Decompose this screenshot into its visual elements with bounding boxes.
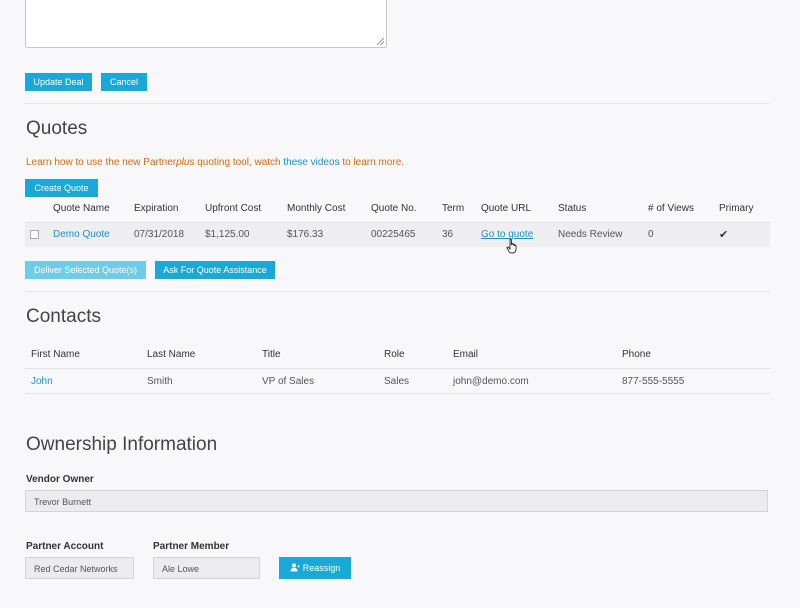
cancel-button[interactable]: Cancel	[101, 73, 147, 91]
partner-member-label: Partner Member	[153, 541, 230, 552]
ownership-section-title: Ownership Information	[26, 434, 218, 455]
quotes-col-status: Status	[558, 203, 587, 214]
vendor-owner-field: Trevor Burnett	[25, 490, 768, 512]
quoting-tool-info: Learn how to use the new Partnerplus quo…	[26, 157, 404, 168]
contact-role: Sales	[384, 376, 410, 387]
contacts-col-phone: Phone	[622, 349, 651, 360]
quote-select-checkbox[interactable]	[30, 230, 39, 239]
contact-title: VP of Sales	[262, 376, 315, 387]
update-deal-button[interactable]: Update Deal	[25, 73, 92, 91]
divider	[25, 103, 770, 104]
info-mid: quoting tool, watch	[194, 157, 284, 168]
contacts-col-email: Email	[453, 349, 479, 360]
quote-term: 36	[442, 229, 454, 240]
quotes-col-quote-no: Quote No.	[371, 203, 417, 214]
quote-status: Needs Review	[558, 229, 623, 240]
quote-views: 0	[648, 229, 654, 240]
quotes-col-primary: Primary	[719, 203, 754, 214]
primary-check-icon: ✔	[719, 229, 729, 241]
info-prefix: Learn how to use the new Partner	[26, 157, 177, 168]
quotes-col-name: Quote Name	[53, 203, 110, 214]
create-quote-button[interactable]: Create Quote	[25, 179, 98, 197]
hand-cursor-icon	[506, 238, 517, 254]
resize-handle-icon[interactable]	[377, 38, 384, 45]
deal-notes-textarea[interactable]	[25, 0, 387, 48]
quotes-col-upfront: Upfront Cost	[205, 203, 262, 214]
contacts-col-role: Role	[384, 349, 405, 360]
quote-number: 00225465	[371, 229, 416, 240]
info-suffix: to learn more.	[339, 157, 405, 168]
videos-link[interactable]: these videos	[283, 157, 339, 168]
partner-member-field[interactable]: Ale Lowe	[153, 557, 260, 579]
quote-name-link[interactable]: Demo Quote	[53, 229, 110, 240]
contacts-col-title: Title	[262, 349, 281, 360]
quotes-col-expiration: Expiration	[134, 203, 179, 214]
contact-last-name: Smith	[147, 376, 173, 387]
quotes-section-title: Quotes	[26, 118, 88, 139]
info-italic: plus	[176, 157, 195, 168]
quotes-col-url: Quote URL	[481, 203, 532, 214]
quotes-col-term: Term	[442, 203, 465, 214]
quotes-col-views: # of Views	[648, 203, 694, 214]
deliver-quotes-button[interactable]: Deliver Selected Quote(s)	[25, 261, 146, 279]
user-add-icon	[290, 563, 300, 572]
contact-phone: 877-555-5555	[622, 376, 685, 387]
contact-first-name-link[interactable]: John	[31, 376, 53, 387]
partner-account-label: Partner Account	[26, 541, 104, 552]
contacts-col-last-name: Last Name	[147, 349, 196, 360]
quotes-col-monthly: Monthly Cost	[287, 203, 346, 214]
contact-email: john@demo.com	[453, 376, 529, 387]
vendor-owner-label: Vendor Owner	[26, 474, 94, 485]
quote-monthly-cost: $176.33	[287, 229, 324, 240]
reassign-label: Reassign	[302, 563, 341, 573]
partner-account-field: Red Cedar Networks	[25, 557, 134, 579]
contacts-section-title: Contacts	[26, 306, 101, 327]
quote-assistance-button[interactable]: Ask For Quote Assistance	[155, 261, 275, 279]
quote-expiration: 07/31/2018	[134, 229, 185, 240]
divider	[25, 291, 770, 292]
reassign-button[interactable]: Reassign	[279, 557, 351, 579]
contacts-col-first-name: First Name	[31, 349, 80, 360]
quote-upfront-cost: $1,125.00	[205, 229, 250, 240]
